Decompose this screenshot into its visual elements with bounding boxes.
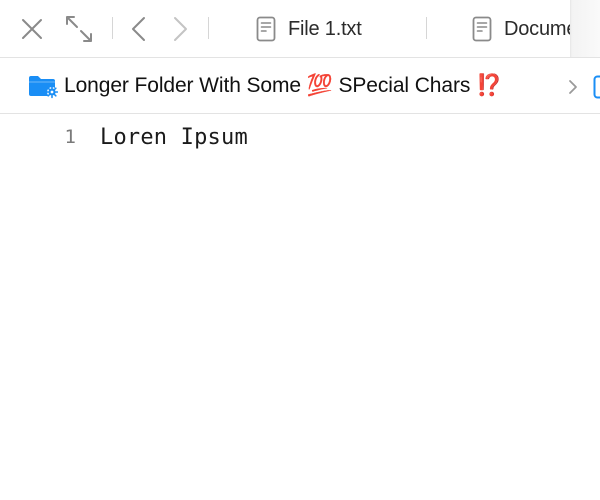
window-edge (570, 0, 600, 57)
line-number: 1 (64, 126, 76, 148)
expand-icon (66, 16, 92, 42)
toolbar-divider (426, 17, 427, 39)
tab-document[interactable]: Document (472, 14, 570, 44)
line-text[interactable]: Loren Ipsum (100, 125, 248, 150)
toolbar-divider (208, 17, 209, 39)
document-icon (472, 16, 492, 42)
editor-line: 1 Loren Ipsum (0, 124, 600, 152)
chevron-right-icon (174, 17, 187, 41)
chevron-left-icon (132, 17, 145, 41)
tab-clip: Document (472, 0, 570, 57)
folder-settings-icon (29, 76, 58, 99)
breadcrumb-label: Longer Folder With Some 💯 SPecial Chars … (64, 74, 503, 97)
close-button[interactable] (17, 14, 47, 44)
forward-button[interactable] (165, 14, 195, 44)
text-editor[interactable]: 1 Loren Ipsum (0, 114, 600, 500)
tab-file-1[interactable]: File 1.txt (256, 14, 362, 44)
tab-label: File 1.txt (288, 17, 362, 40)
tab-label: Document (504, 17, 570, 40)
breadcrumb-item-folder[interactable]: Longer Folder With Some 💯 SPecial Chars … (28, 71, 502, 101)
file-icon[interactable] (593, 75, 600, 99)
back-button[interactable] (124, 14, 154, 44)
toolbar: File 1.txt Document (0, 0, 600, 58)
toolbar-divider (112, 17, 113, 39)
chevron-right-icon (569, 80, 577, 94)
breadcrumb: Longer Folder With Some 💯 SPecial Chars … (0, 58, 600, 114)
expand-button[interactable] (64, 14, 94, 44)
close-icon (22, 19, 42, 39)
document-icon (256, 16, 276, 42)
